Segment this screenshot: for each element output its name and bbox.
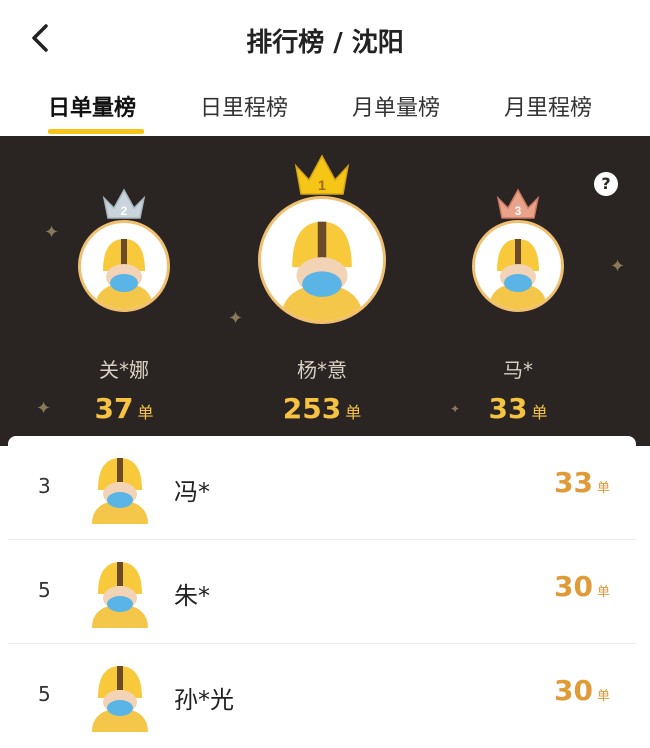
bronze-crown-icon: 3 bbox=[496, 188, 540, 219]
rider-avatar-icon bbox=[92, 562, 148, 628]
order-count: 30 单 bbox=[554, 674, 610, 707]
rider-avatar-icon bbox=[280, 221, 364, 321]
sparkle-icon: ✦ bbox=[610, 256, 626, 277]
gold-crown-icon: 1 bbox=[294, 154, 350, 195]
list-item[interactable]: 5 孙*光 30 单 bbox=[8, 644, 636, 748]
list-item[interactable]: 3 冯* 33 单 bbox=[8, 436, 636, 540]
ranking-list: 3 冯* 33 单 5 朱* 30 单 5 孙*光 30 单 bbox=[8, 436, 636, 736]
page-title: 排行榜 / 沈阳 bbox=[246, 28, 404, 58]
silver-crown-icon: 2 bbox=[102, 188, 146, 219]
crown-rank: 2 bbox=[121, 204, 128, 218]
crown-rank: 3 bbox=[515, 204, 522, 218]
crown-rank: 1 bbox=[318, 177, 326, 193]
second-place-count: 37 单 bbox=[94, 392, 154, 425]
avatar[interactable] bbox=[472, 220, 564, 312]
first-place-name: 杨*意 bbox=[297, 358, 347, 382]
avatar[interactable] bbox=[78, 220, 170, 312]
third-place-count: 33 单 bbox=[488, 392, 548, 425]
rider-avatar-icon bbox=[92, 458, 148, 524]
rider-avatar-icon bbox=[95, 239, 153, 309]
rank-number: 5 bbox=[38, 682, 51, 706]
second-place-name: 关*娜 bbox=[99, 358, 149, 382]
tab-monthly-mileage[interactable]: 月里程榜 bbox=[504, 90, 592, 122]
active-tab-indicator bbox=[48, 129, 144, 134]
rider-name: 朱* bbox=[174, 582, 210, 610]
header-bar: 排行榜 / 沈阳 bbox=[0, 0, 650, 78]
rank-number: 3 bbox=[38, 474, 51, 498]
third-place-name: 马* bbox=[503, 358, 533, 382]
order-count: 33 单 bbox=[554, 466, 610, 499]
rider-name: 孙*光 bbox=[174, 686, 234, 714]
rider-avatar-icon bbox=[489, 239, 547, 309]
rider-name: 冯* bbox=[174, 478, 210, 506]
tab-daily-orders[interactable]: 日单量榜 bbox=[48, 90, 136, 122]
tab-bar: 日单量榜 日里程榜 月单量榜 月里程榜 bbox=[0, 78, 650, 136]
tab-daily-mileage[interactable]: 日里程榜 bbox=[200, 90, 288, 122]
sparkle-icon: ✦ bbox=[44, 222, 60, 243]
first-place-count: 253 单 bbox=[282, 392, 362, 425]
rank-number: 5 bbox=[38, 578, 51, 602]
rider-avatar-icon bbox=[92, 666, 148, 732]
help-icon[interactable]: ? bbox=[594, 172, 618, 196]
podium-section: ? ✦ ✦ ✦ ✦ ✦ 2 关*娜 37 单 1 杨*意 253 单 3 马* … bbox=[0, 136, 650, 446]
order-count: 30 单 bbox=[554, 570, 610, 603]
avatar[interactable] bbox=[258, 196, 386, 324]
list-item[interactable]: 5 朱* 30 单 bbox=[8, 540, 636, 644]
sparkle-icon: ✦ bbox=[228, 308, 244, 329]
tab-monthly-orders[interactable]: 月单量榜 bbox=[352, 90, 440, 122]
